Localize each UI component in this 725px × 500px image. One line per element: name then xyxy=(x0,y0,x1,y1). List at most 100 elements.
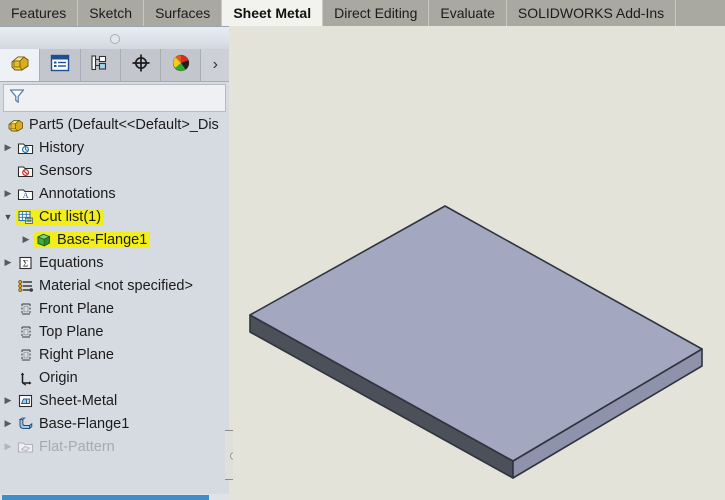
tree-item-label: Sheet-Metal xyxy=(39,392,118,409)
tab-surfaces-label: Surfaces xyxy=(155,5,211,21)
cut-list-icon xyxy=(16,209,36,225)
tree-item-label: Material <not specified> xyxy=(39,277,193,294)
base-flange-icon xyxy=(16,416,36,432)
feature-manager-panel: › Part5 (Default<<Default>_Dis ▶ History… xyxy=(0,26,229,500)
panel-horizontal-splitter[interactable] xyxy=(0,26,229,50)
tab-features[interactable]: Features xyxy=(0,0,79,26)
tab-sketch[interactable]: Sketch xyxy=(78,0,145,26)
tab-solidworks-add-ins[interactable]: SOLIDWORKS Add-Ins xyxy=(506,0,677,26)
tree-item-label: Base-Flange1 xyxy=(39,415,130,432)
material-icon xyxy=(16,278,36,294)
model-face-top xyxy=(249,205,703,462)
chevron-right-icon[interactable]: ▶ xyxy=(0,142,16,153)
chevron-right-icon[interactable]: ▶ xyxy=(0,395,16,406)
no-chevron-spacer: ▶ xyxy=(0,326,16,337)
tree-item-right-plane[interactable]: ▶ Right Plane xyxy=(0,343,229,366)
chevron-down-icon[interactable]: ▼ xyxy=(0,212,16,222)
tree-item-label: Cut list(1) xyxy=(39,208,102,225)
tree-item-label: Flat-Pattern xyxy=(39,438,115,455)
chevron-right-icon[interactable]: ▶ xyxy=(0,257,16,268)
cut-list-body-highlight: Base-Flange1 xyxy=(34,231,151,248)
tree-item-material[interactable]: ▶ Material <not specified> xyxy=(0,274,229,297)
tree-item-top-plane[interactable]: ▶ Top Plane xyxy=(0,320,229,343)
tree-root-label: Part5 (Default<<Default>_Dis xyxy=(29,117,219,133)
history-folder-icon xyxy=(16,140,36,156)
tree-item-label: Base-Flange1 xyxy=(57,231,148,248)
tree-item-equations[interactable]: ▶ Σ Equations xyxy=(0,251,229,274)
sensors-folder-icon xyxy=(16,163,36,179)
cut-list-highlight: Cut list(1) xyxy=(16,208,105,225)
splitter-grip-icon[interactable] xyxy=(110,34,120,44)
tabbar-filler xyxy=(676,0,725,26)
filter-funnel-icon xyxy=(8,87,26,110)
no-chevron-spacer: ▶ xyxy=(0,349,16,360)
plane-icon xyxy=(16,347,36,363)
tree-item-label: Top Plane xyxy=(39,323,104,340)
tree-item-sheet-metal[interactable]: ▶ Sheet-Metal xyxy=(0,389,229,412)
part-document-icon xyxy=(6,117,26,133)
chevron-right-icon: › xyxy=(212,56,218,73)
tree-item-origin[interactable]: ▶ Origin xyxy=(0,366,229,389)
svg-text:A: A xyxy=(23,191,29,200)
manager-tab-property-manager[interactable] xyxy=(40,49,81,81)
tree-horizontal-scrollbar[interactable] xyxy=(0,494,229,500)
tree-item-label: Right Plane xyxy=(39,346,114,363)
flat-pattern-icon xyxy=(16,439,36,455)
tree-horizontal-scrollbar-thumb[interactable] xyxy=(2,495,209,500)
manager-tab-configuration-manager[interactable] xyxy=(80,49,121,81)
tree-item-flat-pattern[interactable]: ▶ Flat-Pattern xyxy=(0,435,229,458)
display-manager-sphere-icon xyxy=(171,53,191,78)
solidworks-window: Features Sketch Surfaces Sheet Metal Dir… xyxy=(0,0,725,500)
annotations-folder-icon: A xyxy=(16,186,36,202)
tree-item-label: Equations xyxy=(39,254,104,271)
sheet-metal-icon xyxy=(16,393,36,409)
configuration-manager-icon xyxy=(90,54,110,77)
tree-item-history[interactable]: ▶ History xyxy=(0,136,229,159)
tab-sketch-label: Sketch xyxy=(89,5,133,21)
feature-tree-icon xyxy=(9,53,31,78)
chevron-right-icon[interactable]: ▶ xyxy=(0,418,16,429)
tab-surfaces[interactable]: Surfaces xyxy=(144,0,223,26)
graphics-viewport[interactable] xyxy=(233,26,725,500)
tab-evaluate[interactable]: Evaluate xyxy=(429,0,507,26)
tree-item-label: Annotations xyxy=(39,185,116,202)
tree-item-label: Origin xyxy=(39,369,78,386)
sheet-metal-plate-model[interactable] xyxy=(233,26,725,500)
tree-item-cut-list[interactable]: ▼ Cut list(1) xyxy=(0,205,229,228)
manager-tab-display-manager[interactable] xyxy=(161,49,202,81)
dimxpert-icon xyxy=(131,53,151,78)
tree-item-base-flange[interactable]: ▶ Base-Flange1 xyxy=(0,412,229,435)
origin-icon xyxy=(16,370,36,386)
tree-item-label: History xyxy=(39,139,85,156)
tree-item-cut-list-body[interactable]: ▶ Base-Flange1 xyxy=(0,228,229,251)
no-chevron-spacer: ▶ xyxy=(0,280,16,291)
no-chevron-spacer: ▶ xyxy=(0,372,16,383)
tree-item-front-plane[interactable]: ▶ Front Plane xyxy=(0,297,229,320)
tab-features-label: Features xyxy=(11,5,67,21)
tree-root-part[interactable]: Part5 (Default<<Default>_Dis xyxy=(0,114,229,136)
tree-item-label: Sensors xyxy=(39,162,93,179)
chevron-right-icon[interactable]: ▶ xyxy=(0,441,16,452)
manager-tab-feature-tree[interactable] xyxy=(0,49,41,81)
tree-filter-bar[interactable] xyxy=(3,84,226,112)
tab-evaluate-label: Evaluate xyxy=(440,5,495,21)
tree-item-annotations[interactable]: ▶ A Annotations xyxy=(0,182,229,205)
command-manager-tabbar: Features Sketch Surfaces Sheet Metal Dir… xyxy=(0,0,725,27)
tree-item-label: Front Plane xyxy=(39,300,114,317)
tree-filter-input[interactable] xyxy=(26,89,210,107)
chevron-right-icon[interactable]: ▶ xyxy=(18,234,34,245)
tree-item-sensors[interactable]: ▶ Sensors xyxy=(0,159,229,182)
tab-direct-editing-label: Direct Editing xyxy=(334,5,418,21)
manager-tab-expand-button[interactable]: › xyxy=(201,49,229,81)
manager-tab-bar: › xyxy=(0,49,229,82)
plane-icon xyxy=(16,324,36,340)
tab-sheet-metal-label: Sheet Metal xyxy=(233,5,312,21)
equations-icon: Σ xyxy=(16,255,36,271)
chevron-right-icon[interactable]: ▶ xyxy=(0,188,16,199)
property-manager-icon xyxy=(50,54,70,77)
tab-sheet-metal[interactable]: Sheet Metal xyxy=(222,0,324,26)
manager-tab-dimxpert[interactable] xyxy=(120,49,162,81)
no-chevron-spacer: ▶ xyxy=(0,165,16,176)
no-chevron-spacer: ▶ xyxy=(0,303,16,314)
tab-direct-editing[interactable]: Direct Editing xyxy=(323,0,430,26)
